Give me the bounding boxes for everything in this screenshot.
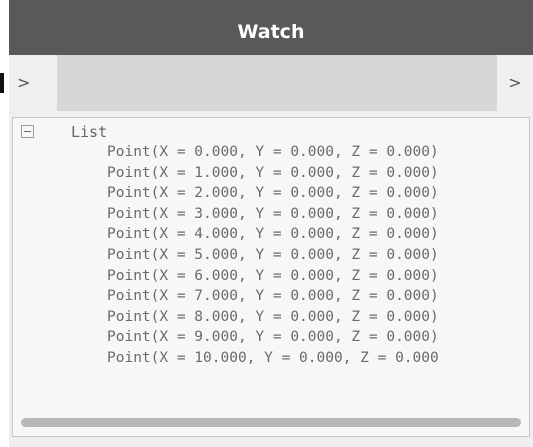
tree-items-list: Point(X = 0.000, Y = 0.000, Z = 0.000) P… (107, 142, 439, 369)
input-port-connector[interactable] (0, 73, 4, 93)
horizontal-scrollbar[interactable] (21, 418, 521, 427)
tree-item: Point(X = 9.000, Y = 0.000, Z = 0.000) (107, 329, 439, 346)
tree-item: Point(X = 7.000, Y = 0.000, Z = 0.000) (107, 288, 439, 305)
watch-node[interactable]: Watch > > List Point(X = 0.000, Y = 0.00… (0, 0, 533, 447)
tree-item: Point(X = 10.000, Y = 0.000, Z = 0.000 (107, 349, 439, 366)
tree-item: Point(X = 5.000, Y = 0.000, Z = 0.000) (107, 246, 439, 263)
node-title: Watch (237, 21, 305, 43)
tree-item: Point(X = 3.000, Y = 0.000, Z = 0.000) (107, 205, 439, 222)
tree-item: Point(X = 6.000, Y = 0.000, Z = 0.000) (107, 267, 439, 284)
watch-tree-view[interactable]: List Point(X = 0.000, Y = 0.000, Z = 0.0… (12, 117, 530, 437)
tree-item: Point(X = 8.000, Y = 0.000, Z = 0.000) (107, 308, 439, 325)
tree-item: Point(X = 1.000, Y = 0.000, Z = 0.000) (107, 164, 439, 181)
node-title-bar[interactable]: Watch (9, 0, 533, 55)
tree-item: Point(X = 2.000, Y = 0.000, Z = 0.000) (107, 185, 439, 202)
tree-item: Point(X = 0.000, Y = 0.000, Z = 0.000) (107, 144, 439, 160)
input-port[interactable]: > (9, 55, 57, 111)
port-row: > > (0, 55, 533, 111)
output-port[interactable]: > (497, 55, 533, 111)
collapse-icon[interactable] (21, 125, 34, 138)
tree-item: Point(X = 4.000, Y = 0.000, Z = 0.000) (107, 226, 439, 243)
tree-root-label: List (71, 123, 108, 141)
